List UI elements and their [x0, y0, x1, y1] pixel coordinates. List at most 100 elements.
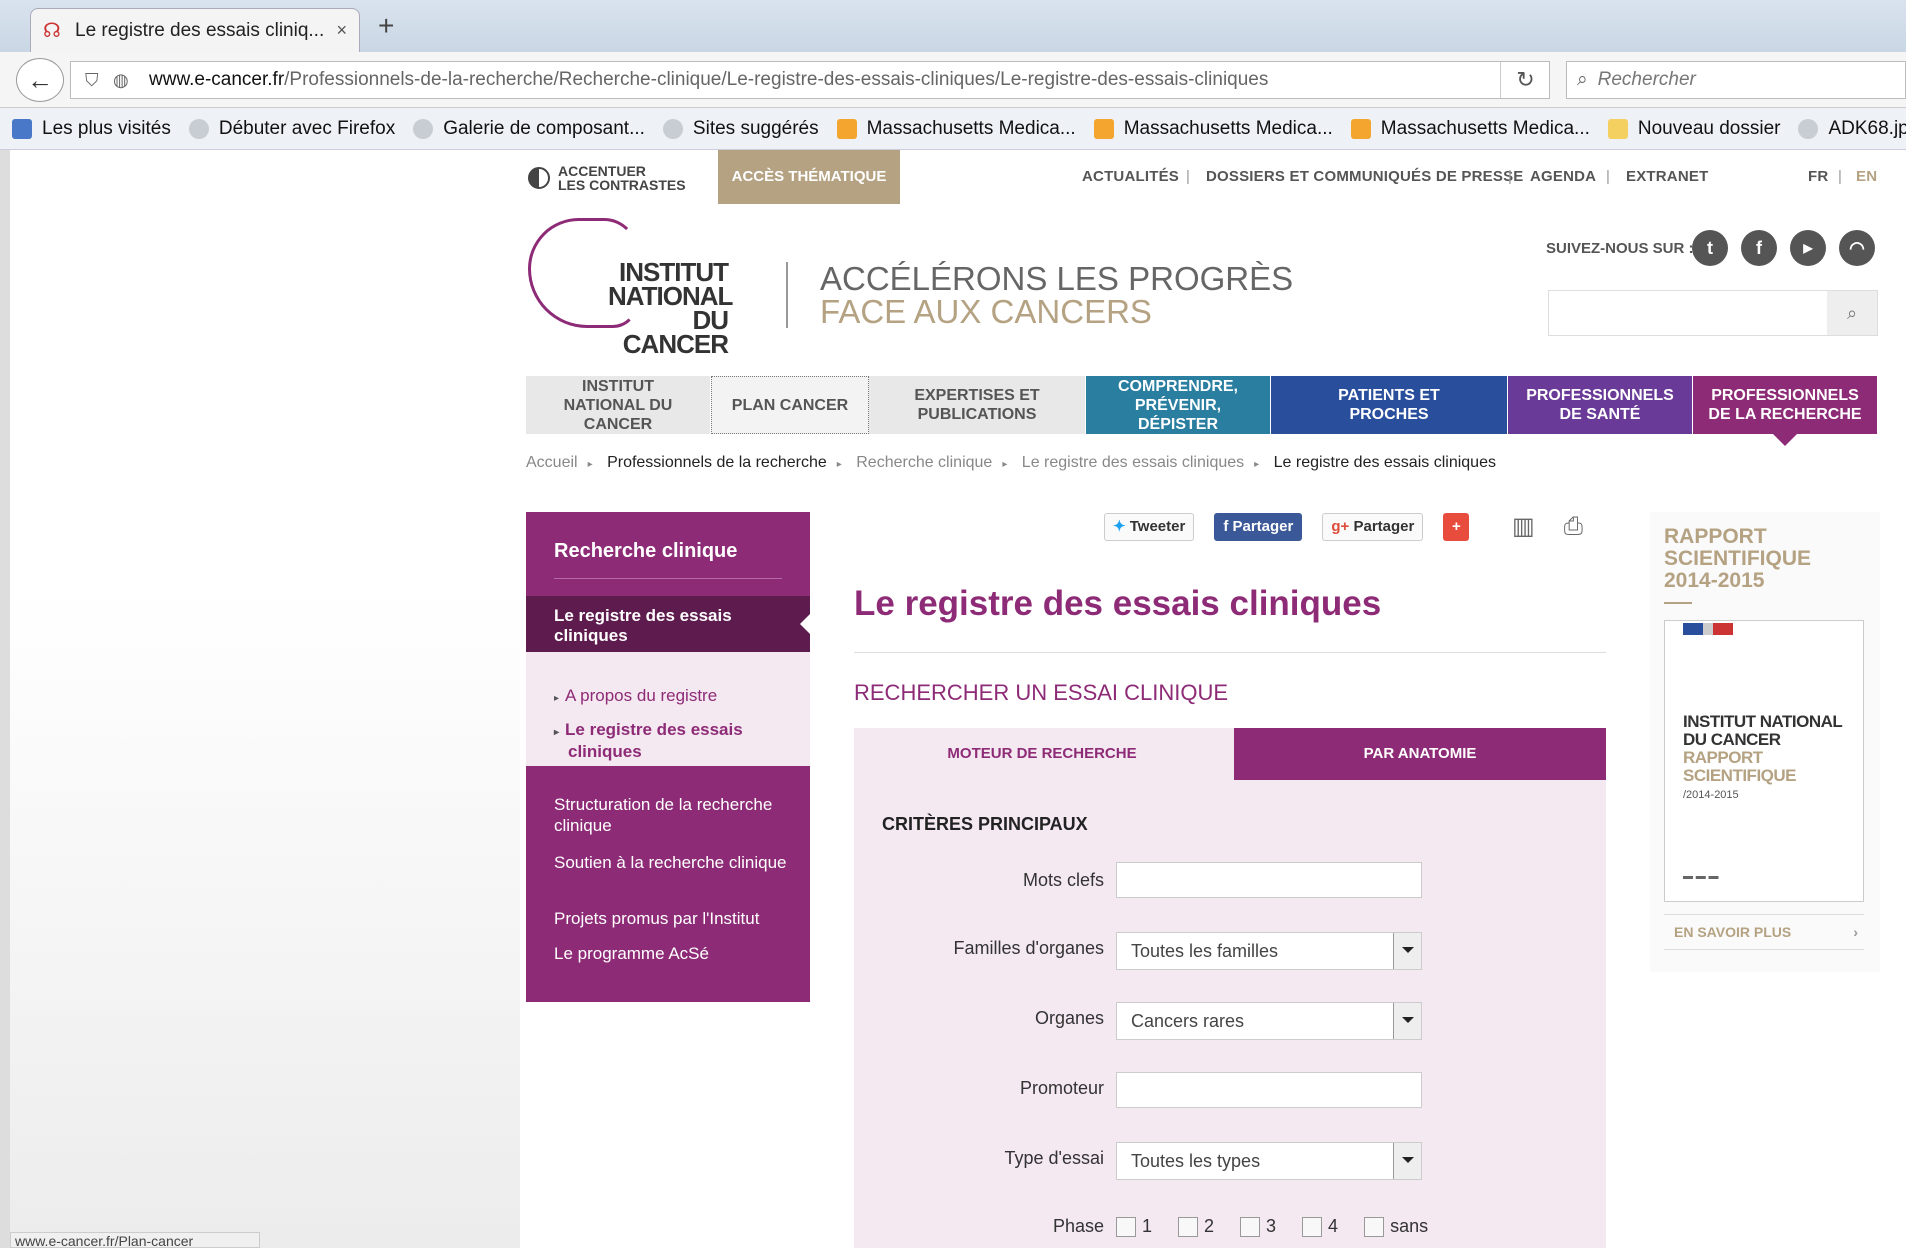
nav-patients[interactable]: PATIENTS ET PROCHES — [1271, 376, 1508, 434]
gplus-share-button[interactable]: g+ Partager — [1322, 513, 1424, 541]
chevron-down-icon — [1393, 933, 1421, 969]
inca-logo[interactable]: INSTITUT NATIONAL DU CANCER — [528, 218, 748, 357]
cover-subtitle: RAPPORT SCIENTIFIQUE — [1683, 748, 1797, 785]
flag-icon — [1683, 623, 1733, 635]
browser-nav-bar: ← ⛉ ◍ www.e-cancer.fr/Professionnels-de-… — [0, 52, 1906, 108]
more-share-button[interactable]: + — [1443, 513, 1470, 541]
tab-moteur-recherche[interactable]: MOTEUR DE RECHERCHE — [854, 728, 1230, 780]
site-favicon-icon: ☊ — [43, 19, 61, 42]
sidebar-subitem-active[interactable]: ▸ Le registre des essais cliniques — [554, 720, 774, 761]
youtube-icon[interactable]: ▶ — [1790, 230, 1826, 266]
nav-plan-cancer[interactable]: PLAN CANCER — [711, 376, 869, 434]
phase-checkbox-2[interactable] — [1178, 1216, 1199, 1237]
nav-pro-recherche[interactable]: PROFESSIONNELS DE LA RECHERCHE — [1693, 376, 1878, 446]
en-savoir-plus-link[interactable]: EN SAVOIR PLUS › — [1664, 914, 1864, 950]
acces-thematique-button[interactable]: ACCÈS THÉMATIQUE — [718, 150, 900, 204]
bookmark-item[interactable]: Massachusetts Medica... — [836, 118, 1076, 140]
sidebar-subitem[interactable]: ▸ A propos du registre — [554, 686, 717, 708]
phase-checkbox-1[interactable] — [1116, 1216, 1136, 1237]
nav-expertises[interactable]: EXPERTISES ET PUBLICATIONS — [869, 376, 1086, 434]
page-background — [10, 150, 520, 1248]
browser-search-input[interactable]: ⌕ Rechercher — [1566, 61, 1906, 99]
phase-checkbox-sans[interactable] — [1364, 1216, 1385, 1237]
share-bar: ✦ Tweeter f Partager g+ Partager + ▥ ⎙ — [1104, 512, 1589, 542]
twitter-icon[interactable]: t — [1692, 230, 1728, 266]
main-nav: INSTITUT NATIONAL DU CANCER PLAN CANCER … — [526, 376, 1878, 446]
type-essai-label: Type d'essai — [1004, 1148, 1105, 1168]
print-icon[interactable]: ⎙ — [1557, 513, 1589, 541]
bookmark-item[interactable]: ADK68.jpg — [1798, 118, 1906, 140]
divider — [1664, 602, 1692, 604]
breadcrumb-item[interactable]: Le registre des essais cliniques — [1022, 454, 1244, 471]
tab-par-anatomie[interactable]: PAR ANATOMIE — [1234, 728, 1606, 780]
back-button[interactable]: ← — [16, 58, 64, 102]
familles-select[interactable]: Toutes les familles — [1116, 932, 1422, 970]
rss-icon[interactable]: ◠ — [1839, 230, 1875, 266]
globe-icon — [413, 118, 434, 139]
top-link-extranet[interactable]: EXTRANET — [1626, 168, 1708, 185]
breadcrumb-item[interactable]: Professionnels de la recherche — [607, 454, 827, 471]
sidebar-item[interactable]: Projets promus par l'Institut — [554, 908, 794, 929]
lang-en[interactable]: EN — [1856, 168, 1877, 185]
bookmarks-bar: Les plus visités Débuter avec Firefox Ga… — [0, 108, 1906, 150]
globe-icon — [1798, 118, 1819, 139]
sidebar-item[interactable]: Soutien à la recherche clinique — [554, 852, 794, 873]
top-link-dossiers[interactable]: DOSSIERS ET COMMUNIQUÉS DE PRESSE — [1206, 168, 1523, 185]
organes-label: Organes — [1034, 1008, 1104, 1028]
separator: | — [1508, 168, 1513, 185]
bookmark-item[interactable]: Débuter avec Firefox — [188, 118, 395, 140]
bookmark-folder-icon — [12, 118, 32, 139]
facebook-icon[interactable]: f — [1741, 230, 1777, 266]
site-search-input[interactable]: ⌕ — [1548, 290, 1878, 336]
top-link-actualites[interactable]: ACTUALITÉS — [1082, 168, 1179, 185]
bookmark-item[interactable]: Nouveau dossier — [1607, 118, 1780, 140]
type-essai-select[interactable]: Toutes les types — [1116, 1142, 1422, 1180]
nav-comprendre[interactable]: COMPRENDRE, PRÉVENIR, DÉPISTER — [1086, 376, 1271, 434]
bookmark-item[interactable]: Galerie de composant... — [413, 118, 645, 140]
globe-icon — [662, 118, 683, 139]
partner-logos: ▬ ▬ ▬ — [1683, 871, 1719, 882]
rapport-title[interactable]: RAPPORT SCIENTIFIQUE 2014-2015 — [1664, 526, 1844, 592]
tweet-button[interactable]: ✦ Tweeter — [1104, 513, 1195, 541]
bookmark-item[interactable]: Massachusetts Medica... — [1350, 118, 1590, 140]
reload-button[interactable]: ↻ — [1500, 62, 1550, 98]
page-title: Le registre des essais cliniques — [854, 584, 1382, 623]
sidebar-item-active[interactable]: Le registre des essais cliniques — [526, 596, 810, 652]
sidebar-item[interactable]: Le programme AcSé — [554, 943, 794, 964]
promoteur-input[interactable] — [1116, 1072, 1422, 1108]
nav-pro-sante[interactable]: PROFESSIONNELS DE SANTÉ — [1508, 376, 1693, 434]
new-tab-button[interactable]: + — [378, 10, 394, 42]
sidebar-item[interactable]: Structuration de la recherche clinique — [554, 794, 794, 836]
address-bar[interactable]: ⛉ ◍ www.e-cancer.fr/Professionnels-de-la… — [70, 61, 1550, 99]
separator: | — [1186, 168, 1191, 185]
folder-icon — [1607, 118, 1628, 139]
breadcrumb-item[interactable]: Recherche clinique — [856, 454, 992, 471]
search-icon[interactable]: ⌕ — [1827, 291, 1877, 335]
browser-tab[interactable]: ☊ Le registre des essais cliniq... × — [30, 8, 360, 52]
search-placeholder: Rechercher — [1597, 69, 1696, 90]
close-tab-icon[interactable]: × — [336, 20, 347, 41]
bookmark-item[interactable]: Les plus visités — [12, 118, 171, 140]
cover-year: /2014-2015 — [1683, 789, 1739, 801]
breadcrumb-item[interactable]: Accueil — [526, 454, 578, 471]
lang-fr[interactable]: FR — [1808, 168, 1828, 185]
contrast-toggle[interactable]: ACCENTUER LES CONTRASTES — [528, 164, 686, 192]
window-edge — [0, 150, 10, 1248]
phase-checkbox-3[interactable] — [1240, 1216, 1261, 1237]
book-icon[interactable]: ▥ — [1507, 513, 1539, 541]
breadcrumb: Accueil ▸ Professionnels de la recherche ▸… — [526, 454, 1496, 472]
mots-clefs-label: Mots clefs — [1022, 870, 1104, 890]
breadcrumb-sep-icon: ▸ — [1002, 459, 1008, 470]
top-link-agenda[interactable]: AGENDA — [1530, 168, 1596, 185]
logo-text: INSTITUT NATIONAL DU CANCER — [608, 257, 733, 359]
sidebar-title[interactable]: Recherche clinique — [554, 540, 737, 563]
phase-checkbox-4[interactable] — [1302, 1216, 1323, 1237]
rapport-cover-image[interactable]: INSTITUT NATIONAL DU CANCER RAPPORT SCIE… — [1664, 620, 1864, 902]
nav-institut[interactable]: INSTITUT NATIONAL DU CANCER — [526, 376, 711, 434]
organes-select[interactable]: Cancers rares — [1116, 1002, 1422, 1040]
facebook-share-button[interactable]: f Partager — [1214, 513, 1303, 541]
bookmark-item[interactable]: Massachusetts Medica... — [1093, 118, 1333, 140]
mots-clefs-input[interactable] — [1116, 862, 1422, 898]
globe-icon: ◍ — [113, 69, 129, 90]
bookmark-item[interactable]: Sites suggérés — [662, 118, 819, 140]
